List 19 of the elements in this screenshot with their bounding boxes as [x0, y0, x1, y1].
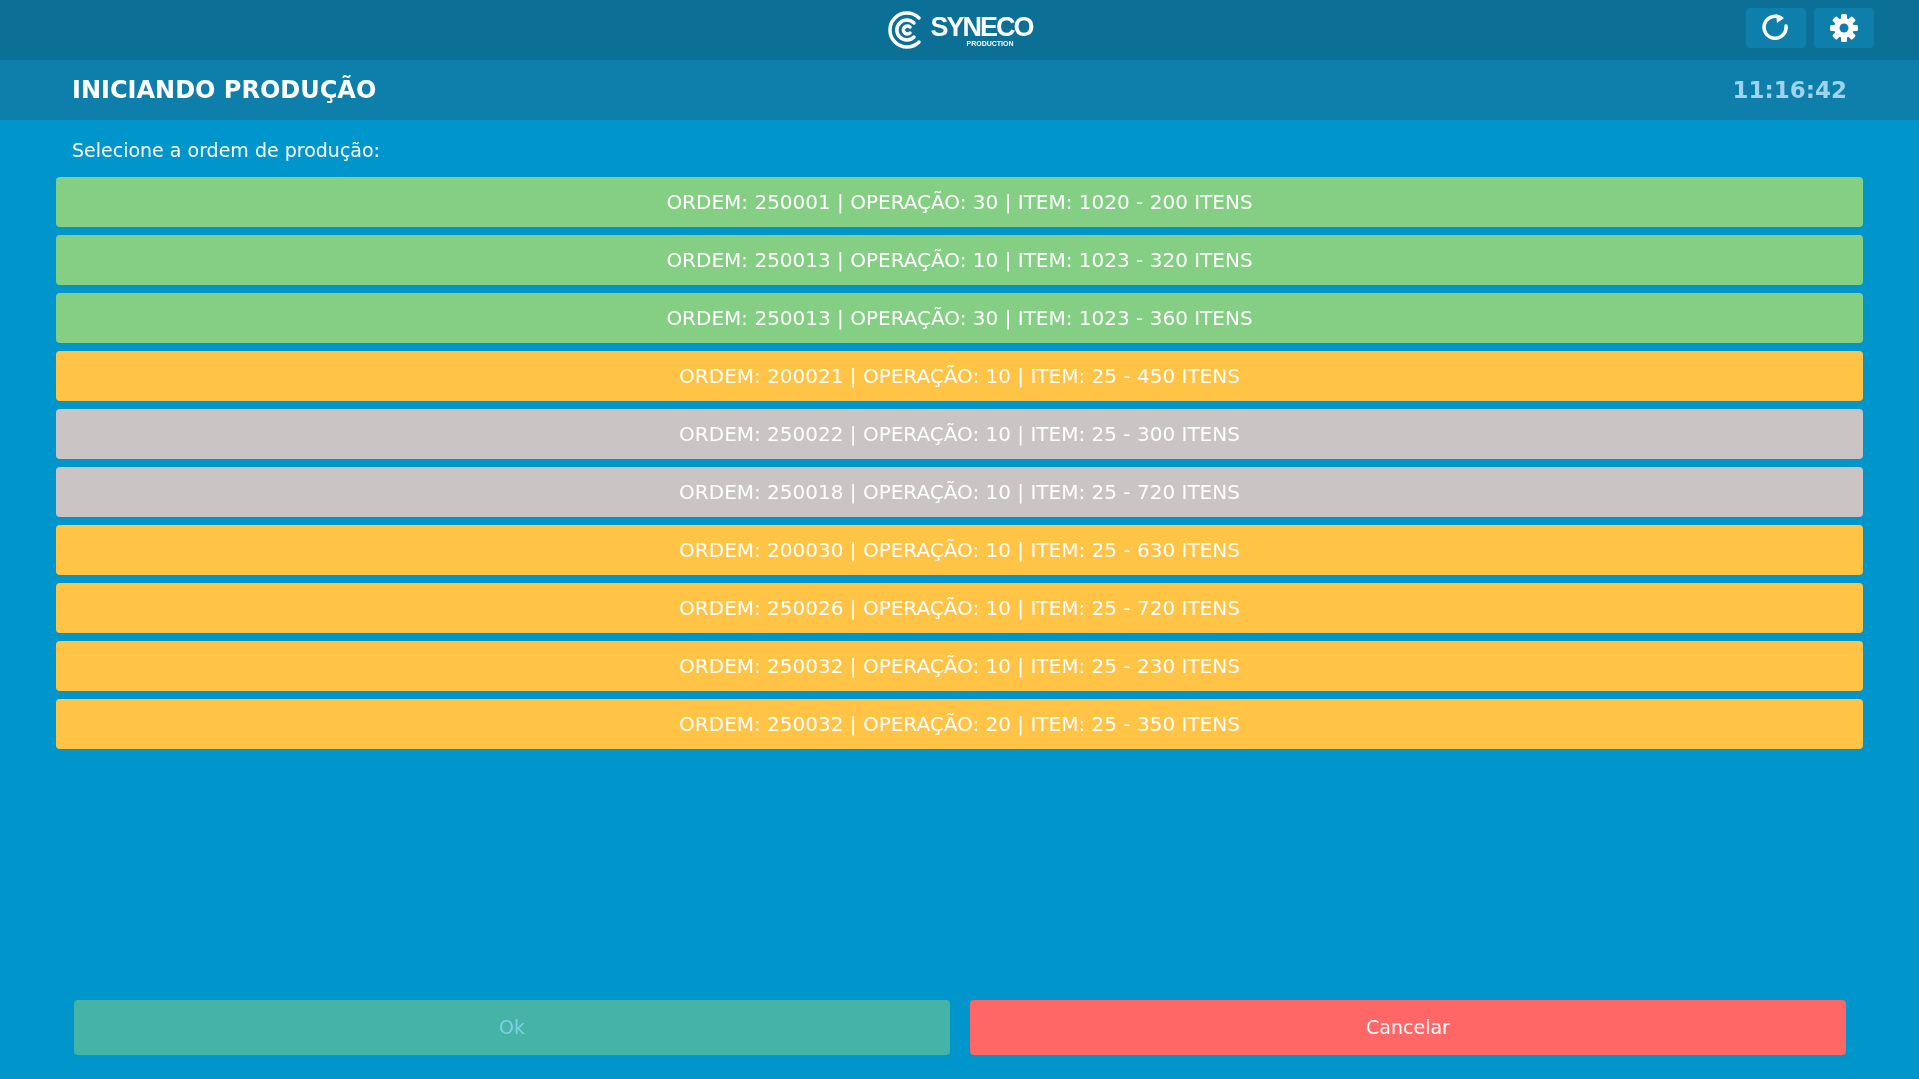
order-item[interactable]: ORDEM: 250013 | OPERAÇÃO: 10 | ITEM: 1023 - 320 ITENS	[56, 234, 1863, 285]
clock-time: 11:16:42	[1732, 75, 1847, 105]
settings-icon	[1828, 12, 1860, 44]
logo-text: SYNECO	[930, 13, 1033, 41]
order-item[interactable]: ORDEM: 250032 | OPERAÇÃO: 10 | ITEM: 25 - 230 ITENS	[56, 640, 1863, 691]
instruction-text: Selecione a ordem de produção:	[71, 138, 381, 163]
order-item[interactable]: ORDEM: 250026 | OPERAÇÃO: 10 | ITEM: 25 - 720 ITENS	[56, 582, 1863, 633]
order-item[interactable]: ORDEM: 250001 | OPERAÇÃO: 30 | ITEM: 1020 - 200 ITENS	[56, 176, 1863, 227]
order-item[interactable]: ORDEM: 250022 | OPERAÇÃO: 10 | ITEM: 25 - 300 ITENS	[56, 408, 1863, 459]
order-item[interactable]: ORDEM: 250018 | OPERAÇÃO: 10 | ITEM: 25 - 720 ITENS	[56, 466, 1863, 517]
cancel-button[interactable]: Cancelar	[970, 1000, 1846, 1055]
refresh-button[interactable]	[1746, 8, 1806, 48]
order-item[interactable]: ORDEM: 200021 | OPERAÇÃO: 10 | ITEM: 25 - 450 ITENS	[56, 350, 1863, 401]
page-title: INICIANDO PRODUÇÃO	[72, 74, 377, 106]
order-item[interactable]: ORDEM: 200030 | OPERAÇÃO: 10 | ITEM: 25 - 630 ITENS	[56, 524, 1863, 575]
refresh-icon	[1761, 13, 1791, 43]
order-item[interactable]: ORDEM: 250032 | OPERAÇÃO: 20 | ITEM: 25 - 350 ITENS	[56, 698, 1863, 749]
settings-button[interactable]	[1814, 8, 1874, 48]
order-item[interactable]: ORDEM: 250013 | OPERAÇÃO: 30 | ITEM: 1023 - 360 ITENS	[56, 292, 1863, 343]
